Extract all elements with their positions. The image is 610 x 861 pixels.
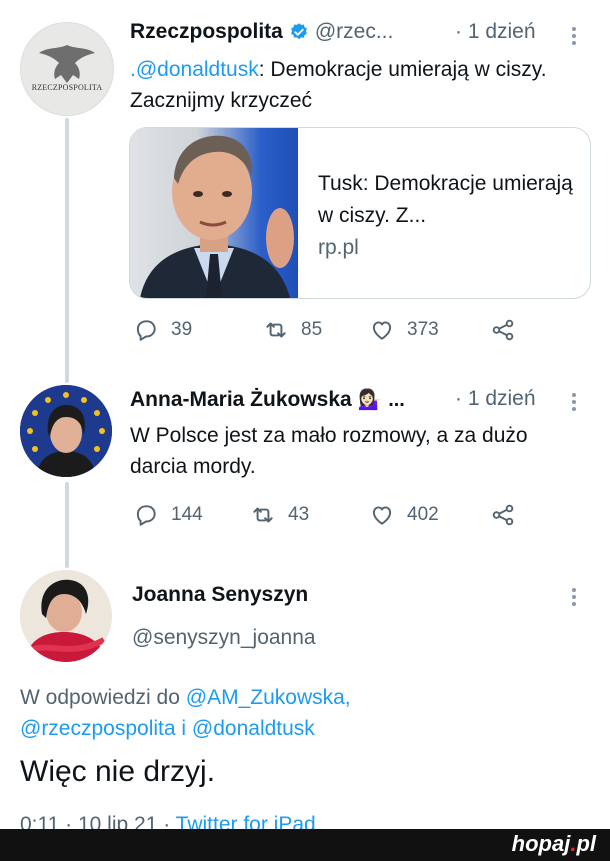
share-button[interactable] <box>490 502 516 528</box>
card-domain: rp.pl <box>318 236 359 259</box>
retweet-button[interactable]: 43 <box>250 502 309 528</box>
like-button[interactable]: 373 <box>369 317 439 343</box>
thread-line <box>65 118 69 383</box>
retweet-icon <box>253 507 273 523</box>
reply-count: 39 <box>171 319 193 340</box>
tweet-text: .@donaldtusk: Demokracje umierają w cisz… <box>130 58 547 112</box>
verified-badge-icon <box>290 23 307 40</box>
reply-icon <box>136 320 156 341</box>
avatar-senyszyn[interactable] <box>20 570 112 662</box>
mention-link[interactable]: @AM_Zukowska, <box>186 686 351 709</box>
portrait-image <box>20 570 112 662</box>
name-emoji: 💁🏻‍♀️ ... <box>357 389 405 411</box>
timestamp[interactable]: · 1 dzień <box>455 387 536 411</box>
eu-flag-portrait-image <box>20 385 112 477</box>
handle[interactable]: @senyszyn_joanna <box>132 626 316 650</box>
share-button[interactable] <box>490 317 516 343</box>
display-name[interactable]: Anna-Maria Żukowska <box>130 388 352 412</box>
avatar-zukowska[interactable] <box>20 385 112 477</box>
heart-icon <box>372 506 392 525</box>
main-tweet-text: Więc nie drzyj. <box>20 755 216 788</box>
more-options-icon[interactable] <box>572 24 578 48</box>
tweet-header: Anna-Maria Żukowska 💁🏻‍♀️ ... <box>130 387 405 412</box>
reply-count: 144 <box>171 504 203 525</box>
retweet-button[interactable]: 85 <box>263 317 322 343</box>
watermark-bar: hopaj.pl <box>0 829 610 861</box>
avatar-rzeczpospolita[interactable]: RZECZPOSPOLITA <box>20 22 114 116</box>
thread-line <box>65 482 69 568</box>
watermark-logo: hopaj.pl <box>511 831 596 856</box>
handle[interactable]: @rzec... <box>315 20 394 44</box>
heart-icon <box>372 321 392 340</box>
card-thumbnail <box>130 128 298 298</box>
avatar-caption: RZECZPOSPOLITA <box>31 83 103 92</box>
display-name[interactable]: Rzeczpospolita <box>130 20 283 44</box>
reply-button[interactable]: 144 <box>133 502 203 528</box>
more-options-icon[interactable] <box>572 390 578 414</box>
share-icon <box>492 319 514 341</box>
reply-icon <box>136 505 156 526</box>
reply-context: W odpowiedzi do @AM_Zukowska, @rzeczposp… <box>20 686 351 740</box>
portrait-image <box>140 135 294 298</box>
share-icon <box>492 504 514 526</box>
retweet-count: 85 <box>301 319 323 340</box>
more-options-icon[interactable] <box>572 585 578 609</box>
like-button[interactable]: 402 <box>369 502 439 528</box>
retweet-icon <box>266 322 286 338</box>
mention-link[interactable]: @donaldtusk <box>192 717 315 740</box>
mention-link[interactable]: .@donaldtusk <box>130 58 259 81</box>
retweet-count: 43 <box>288 504 310 525</box>
link-card[interactable]: Tusk: Demokracje umierają w ciszy. Z... … <box>129 127 591 299</box>
reply-button[interactable]: 39 <box>133 317 192 343</box>
tweet-header: Rzeczpospolita @rzec... <box>130 20 393 44</box>
like-count: 402 <box>407 504 439 525</box>
mention-link[interactable]: @rzeczpospolita <box>20 717 176 740</box>
timestamp[interactable]: · 1 dzień <box>455 20 536 44</box>
display-name[interactable]: Joanna Senyszyn <box>132 583 308 607</box>
tweet-text: W Polsce jest za mało rozmowy, a za dużo… <box>130 424 528 478</box>
eagle-logo-icon <box>39 45 95 83</box>
like-count: 373 <box>407 319 439 340</box>
card-title: Tusk: Demokracje umierają w ciszy. Z... <box>318 172 573 227</box>
